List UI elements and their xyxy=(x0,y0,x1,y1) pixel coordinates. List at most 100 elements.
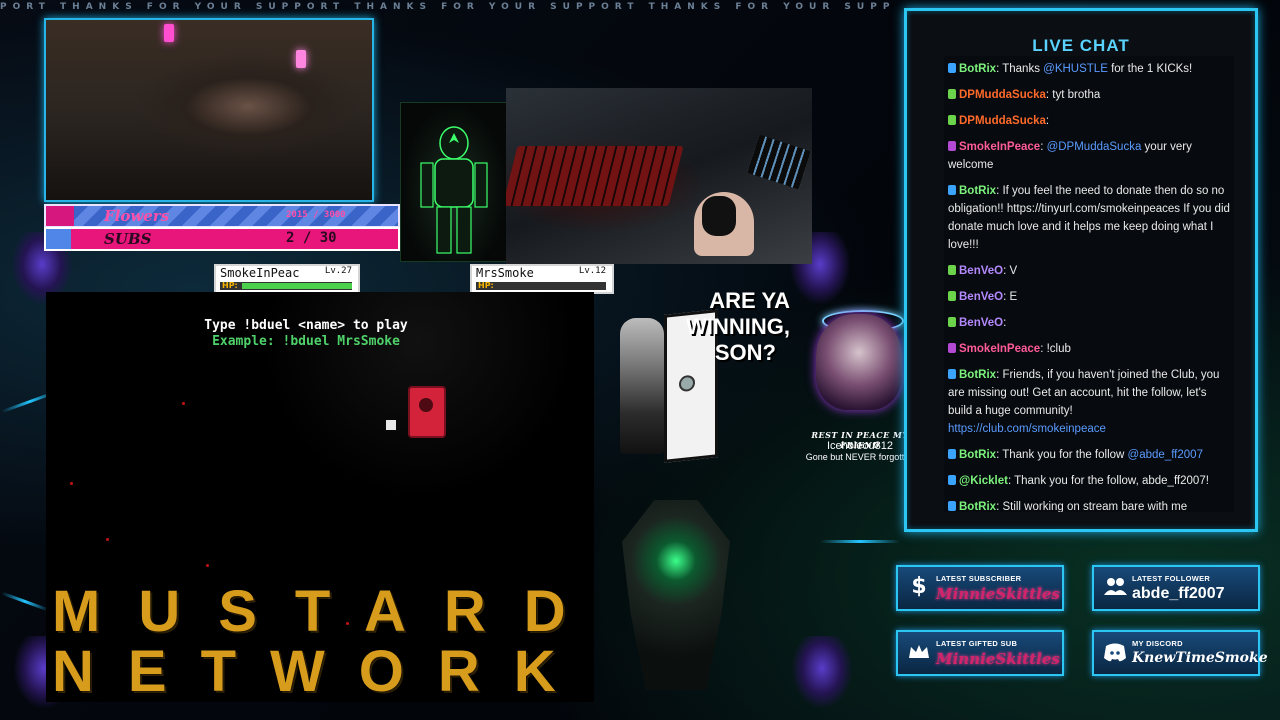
chat-message: BotRix: If you feel the need to donate t… xyxy=(944,178,1234,258)
chat-message: BotRix: Still working on stream bare wit… xyxy=(944,494,1234,512)
chat-text: : !club xyxy=(1040,343,1071,355)
chat-badge-icon xyxy=(948,115,956,125)
chat-username[interactable]: SmokeInPeace xyxy=(959,141,1040,153)
light-streak xyxy=(820,540,900,543)
door-knob xyxy=(679,374,695,393)
goal-fill xyxy=(46,229,71,249)
chat-badge-icon xyxy=(948,369,956,379)
chat-username[interactable]: BenVeO xyxy=(959,265,1003,277)
brand-line2: NETWORK xyxy=(52,639,590,704)
chat-link[interactable]: https://club.com/smokeinpeace xyxy=(948,423,1106,435)
hp-fill xyxy=(498,283,606,289)
goal-count: 2 / 30 xyxy=(286,230,337,246)
chat-message: DPMuddaSucka: tyt brotha xyxy=(944,82,1234,108)
chat-mention[interactable]: @KHUSTLE xyxy=(1043,63,1108,75)
keyboard-image xyxy=(506,146,684,206)
armor-body xyxy=(622,500,730,690)
chat-username[interactable]: DPMuddaSucka xyxy=(959,115,1046,127)
chat-text: : Still working on stream bare with me xyxy=(996,501,1188,512)
chat-mention[interactable]: @DPMuddaSucka xyxy=(1047,141,1142,153)
box-value: MinnieSkittles xyxy=(936,585,1060,603)
chat-username[interactable]: SmokeInPeace xyxy=(959,343,1040,355)
goal-label: SUBS xyxy=(104,230,152,248)
goal-label: Flowers xyxy=(104,207,170,225)
chat-message: SmokeInPeace: @DPMuddaSucka your very we… xyxy=(944,134,1234,178)
chat-badge-icon xyxy=(948,475,956,485)
chat-username[interactable]: BenVeO xyxy=(959,317,1003,329)
chat-text: for the 1 KICKs! xyxy=(1107,63,1193,75)
subs-goal-bar: SUBS 2 / 30 xyxy=(44,227,400,251)
keypad-image xyxy=(747,134,811,190)
chat-text: : V xyxy=(1003,265,1018,277)
chat-text: : xyxy=(1003,317,1007,329)
ember-particle xyxy=(206,564,209,567)
meme-caption-line1: ARE YA WINNING, xyxy=(686,288,790,339)
discord-icon xyxy=(1102,638,1128,666)
hp-fill xyxy=(242,283,352,289)
hp-bar: HP: xyxy=(476,281,606,290)
pink-lamp xyxy=(164,24,174,42)
box-label: LATEST SUBSCRIBER xyxy=(936,574,1022,583)
chat-badge-icon xyxy=(948,291,956,301)
chat-badge-icon xyxy=(948,265,956,275)
brand-line1: MUSTARD xyxy=(52,579,604,644)
chat-message: BenVeO: E xyxy=(944,284,1234,310)
goal-fill xyxy=(46,206,75,226)
goal-count: 2015 / 3000 xyxy=(286,210,346,220)
chat-username[interactable]: BotRix xyxy=(959,63,996,75)
mustard-network-logo: MUSTARD NETWORK xyxy=(52,579,604,704)
chat-text: : Thanks xyxy=(996,63,1044,75)
chat-message: BotRix: Friends, if you haven't joined t… xyxy=(944,362,1234,442)
chat-username[interactable]: BotRix xyxy=(959,501,996,512)
ember-particle xyxy=(182,402,185,405)
gargoyle-emblem xyxy=(792,636,852,708)
users-icon xyxy=(1102,573,1128,601)
player-level: Lv.12 xyxy=(578,266,606,276)
dollar-icon: $ xyxy=(911,574,927,599)
chat-message-list[interactable]: BotRix: Thanks @KHUSTLE for the 1 KICKs!… xyxy=(944,56,1234,512)
armored-figure-art xyxy=(400,102,508,262)
box-value: abde_ff2007 xyxy=(1132,585,1225,602)
chat-badge-icon xyxy=(948,63,956,73)
chat-mention[interactable]: @abde_ff2007 xyxy=(1128,449,1203,461)
chat-message: BenVeO: V xyxy=(944,258,1234,284)
latest-follower-box: LATEST FOLLOWER abde_ff2007 xyxy=(1092,565,1260,611)
duel-instruction: Type !bduel <name> to play xyxy=(204,318,408,333)
chat-username[interactable]: DPMuddaSucka xyxy=(959,89,1046,101)
keyboard-cam-feed xyxy=(506,88,812,264)
chat-text: : Thank you for the follow xyxy=(996,449,1128,461)
chat-username[interactable]: BotRix xyxy=(959,185,996,197)
chat-badge-icon xyxy=(948,89,956,99)
chat-username[interactable]: BenVeO xyxy=(959,291,1003,303)
chat-badge-icon xyxy=(948,343,956,353)
chat-username[interactable]: BotRix xyxy=(959,449,996,461)
ember-particle xyxy=(70,482,73,485)
chat-message: SmokeInPeace: !club xyxy=(944,336,1234,362)
player-name: SmokeInPeac xyxy=(220,266,300,280)
chat-badge-icon xyxy=(948,141,956,151)
chat-message: @Kicklet: Thank you for the follow, abde… xyxy=(944,468,1234,494)
box-value: MinnieSkittles xyxy=(936,650,1060,668)
player-card: SmokeInPeac Lv.27 HP: xyxy=(214,264,360,294)
support-ticker: PORT THANKS FOR YOUR SUPPORT THANKS FOR … xyxy=(0,2,896,12)
crown-icon xyxy=(906,638,932,666)
chat-badge-icon xyxy=(948,449,956,459)
my-discord-box[interactable]: MY DISCORD KnewTimeSmoke xyxy=(1092,630,1268,676)
chat-username[interactable]: @Kicklet xyxy=(959,475,1008,487)
chat-text: : xyxy=(1045,115,1050,127)
meme-image: ARE YA WINNING, SON? xyxy=(606,288,790,463)
chat-message: BotRix: Thanks @KHUSTLE for the 1 KICKs! xyxy=(944,56,1234,82)
skull-icon xyxy=(816,314,902,410)
chat-message: BotRix: Thank you for the follow @abde_f… xyxy=(944,442,1234,468)
player-card: MrsSmoke Lv.12 HP: xyxy=(470,264,614,294)
latest-gifted-sub-box: LATEST GIFTED SUB MinnieSkittles xyxy=(896,630,1064,676)
hp-label: HP: xyxy=(222,281,238,290)
chat-text: : Thank you for the follow, abde_ff2007! xyxy=(1007,475,1209,487)
chat-message: DPMuddaSucka: xyxy=(944,108,1234,134)
box-label: LATEST GIFTED SUB xyxy=(936,639,1018,648)
chat-username[interactable]: BotRix xyxy=(959,369,996,381)
ember-particle xyxy=(106,538,109,541)
mouse-image xyxy=(702,196,736,236)
duel-example: Example: !bduel MrsSmoke xyxy=(212,334,400,349)
chat-badge-icon xyxy=(948,317,956,327)
